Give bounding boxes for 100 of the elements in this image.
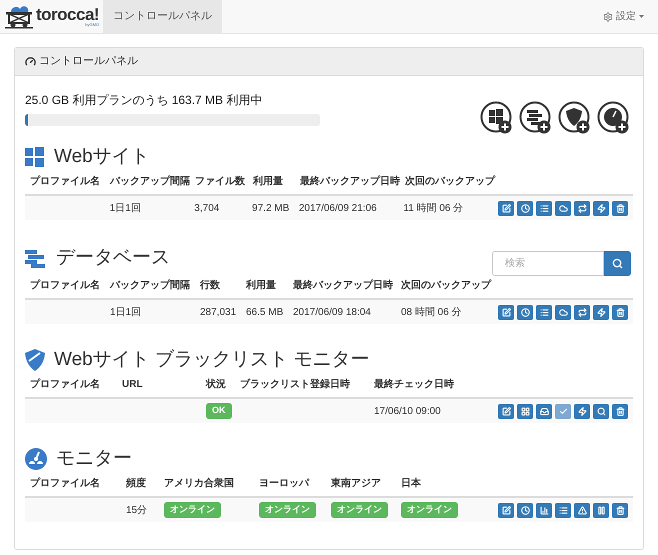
add-shield-icon[interactable] <box>558 101 590 134</box>
column-header: 行数 <box>200 280 220 291</box>
pause-icon <box>596 506 606 514</box>
status-badge: OK <box>206 403 232 419</box>
server-icon <box>25 248 47 268</box>
column-header: 利用量 <box>246 280 276 291</box>
action-button[interactable] <box>517 502 533 518</box>
table-cell: 97.2 MB <box>252 202 290 214</box>
gear-icon <box>603 12 613 22</box>
table-cell: 3,704 <box>194 202 220 214</box>
column-header: URL <box>122 379 143 390</box>
action-button[interactable] <box>612 304 628 320</box>
action-button[interactable] <box>498 304 514 320</box>
action-button[interactable] <box>517 200 533 216</box>
action-button[interactable] <box>555 304 571 320</box>
column-header: 状況 <box>206 379 226 390</box>
column-header: ファイル数 <box>195 176 245 187</box>
trash-icon <box>616 204 624 212</box>
action-button[interactable] <box>612 200 628 216</box>
mine-cart-logo-icon <box>5 4 33 28</box>
status-badge: オンライン <box>401 502 458 518</box>
add-database-icon[interactable] <box>519 101 551 134</box>
check-icon <box>558 406 568 416</box>
column-header: 最終バックアップ日時 <box>293 280 393 291</box>
status-badge: オンライン <box>164 502 221 518</box>
repeat-icon <box>578 308 586 316</box>
column-header: ブラックリスト登録日時 <box>240 379 350 390</box>
table-cell: 08 時間 06 分 <box>401 306 462 318</box>
column-header: 東南アジア <box>331 478 381 489</box>
action-button[interactable] <box>498 200 514 216</box>
action-button[interactable] <box>536 502 552 518</box>
clock-icon <box>520 204 530 212</box>
action-button[interactable] <box>555 502 571 518</box>
column-header: バックアップ間隔 <box>110 176 190 187</box>
list-icon <box>558 506 568 514</box>
add-website-icon[interactable] <box>480 101 512 134</box>
add-monitor-icon[interactable] <box>597 101 629 134</box>
table-cell: 2017/06/09 21:06 <box>298 202 377 214</box>
column-header: プロファイル名 <box>30 280 100 291</box>
search-field[interactable]: 検索 <box>492 251 604 276</box>
column-header: プロファイル名 <box>30 478 100 489</box>
action-button[interactable] <box>593 304 609 320</box>
column-header: 頻度 <box>126 478 146 489</box>
action-button[interactable] <box>574 404 590 418</box>
action-button[interactable] <box>517 404 533 418</box>
column-header: 次回のバックアップ <box>401 280 491 291</box>
edit-icon <box>502 308 510 316</box>
section-title: Webサイト ブラックリスト モニター <box>54 348 370 372</box>
bar-chart-icon <box>540 506 548 514</box>
trash-icon <box>616 308 624 316</box>
action-button[interactable] <box>593 200 609 216</box>
action-button[interactable] <box>574 304 590 320</box>
search-button[interactable] <box>604 251 631 276</box>
column-header: 最終チェック日時 <box>374 379 454 390</box>
action-button[interactable] <box>612 502 628 518</box>
action-button[interactable] <box>536 200 552 216</box>
table-cell: 1日1回 <box>110 306 142 318</box>
action-button[interactable] <box>536 404 552 418</box>
gauge-icon <box>25 448 47 470</box>
nav-tab[interactable]: コントロールパネル <box>103 0 222 33</box>
repeat-icon <box>578 204 586 212</box>
bolt-icon <box>578 406 586 416</box>
column-header: バックアップ間隔 <box>110 280 190 291</box>
list-icon <box>540 204 548 212</box>
action-button[interactable] <box>555 200 571 216</box>
action-button[interactable] <box>517 304 533 320</box>
table-cell: 66.5 MB <box>246 306 284 318</box>
windows-icon <box>25 147 45 167</box>
tray-icon <box>540 406 548 416</box>
column-header: ヨーロッパ <box>259 478 309 489</box>
column-header: 利用量 <box>253 176 283 187</box>
action-button[interactable] <box>498 404 514 418</box>
column-header: アメリカ合衆国 <box>164 478 234 489</box>
panel-title: コントロールパネル <box>39 54 138 70</box>
caret-icon <box>639 15 644 18</box>
edit-icon <box>502 406 510 416</box>
edit-icon <box>502 506 510 514</box>
grid-icon <box>520 406 530 416</box>
action-button[interactable] <box>536 304 552 320</box>
action-button[interactable] <box>593 502 609 518</box>
action-button[interactable] <box>593 404 609 418</box>
action-button[interactable] <box>612 404 628 418</box>
table-cell: 2017/06/09 18:04 <box>293 306 371 318</box>
action-button[interactable] <box>574 502 590 518</box>
warning-icon <box>578 506 586 514</box>
shield-icon <box>25 349 45 371</box>
column-header: プロファイル名 <box>30 379 100 390</box>
section-title: モニター <box>56 446 132 471</box>
section-title: Webサイト <box>54 144 150 169</box>
cloud-icon <box>558 204 568 212</box>
column-header: プロファイル名 <box>30 176 100 187</box>
action-button[interactable] <box>574 200 590 216</box>
status-badge: オンライン <box>259 502 316 518</box>
bolt-icon <box>596 204 606 212</box>
settings-menu[interactable]: 設定 <box>603 0 644 33</box>
edit-icon <box>502 204 510 212</box>
action-button[interactable] <box>498 502 514 518</box>
clock-icon <box>520 308 530 316</box>
search-icon <box>612 258 623 269</box>
status-badge: オンライン <box>331 502 388 518</box>
